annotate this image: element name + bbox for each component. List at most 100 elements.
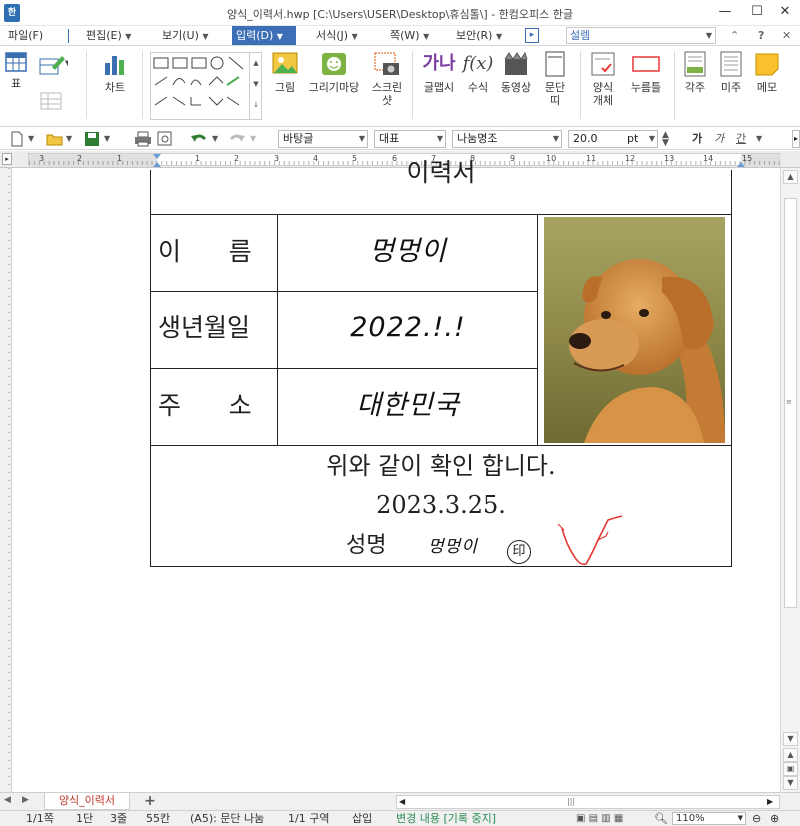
zoom-select[interactable]: 110% ▼ (672, 812, 746, 825)
scroll-right-button[interactable]: ▶ (767, 796, 773, 808)
cell-grid-icon[interactable] (40, 91, 64, 111)
more-menu-button[interactable]: ▸ (525, 28, 539, 43)
font-size-select[interactable]: 20.0 pt ▼ (568, 130, 658, 148)
memo-button[interactable]: 메모 (752, 51, 782, 94)
formula-icon: f(x) (462, 53, 494, 74)
tab-next-icon[interactable]: ▶ (22, 795, 29, 805)
drawing-market-button[interactable]: 그리기마당 (304, 51, 364, 94)
search-input[interactable]: 설렘 ▼ (566, 27, 716, 44)
underline-button[interactable]: 간 (736, 131, 746, 147)
glyph-art-icon: 가나 (422, 53, 456, 74)
zoom-in-icon[interactable]: ⊕ (770, 812, 779, 826)
scroll-up-button[interactable]: ▲ (783, 170, 798, 184)
scroll-track[interactable]: ≡ (783, 198, 798, 762)
undo-icon[interactable] (190, 131, 208, 147)
chevron-down-icon[interactable]: ▼ (250, 131, 256, 147)
menu-input[interactable]: 입력(D) ▼ (232, 26, 296, 45)
picture-button[interactable]: 그림 (270, 51, 300, 94)
chevron-down-icon[interactable]: ▼ (28, 131, 34, 147)
help-button[interactable]: ? (754, 26, 768, 45)
camera-icon (374, 52, 399, 75)
menu-edit[interactable]: 편집(E) ▼ (82, 26, 135, 45)
save-icon[interactable] (84, 131, 100, 147)
bold-button[interactable]: 가 (692, 131, 702, 147)
table-label: 표 (10, 77, 22, 90)
add-tab-button[interactable]: + (136, 793, 164, 810)
video-label: 동영상 (500, 81, 532, 94)
status-track-changes[interactable]: 변경 내용 [기록 중지] (396, 812, 496, 826)
chevron-down-icon: ▼ (202, 32, 209, 41)
glyph-art-label: 글맵시 (423, 81, 455, 94)
chevron-down-icon[interactable]: ▼ (706, 28, 712, 43)
resume-table[interactable]: 이력서 이 름 멍멍이 생년월일 2022.!.! 주 소 대한민국 위와 같이… (150, 158, 732, 567)
next-page-button[interactable]: ▼ (783, 776, 798, 790)
view-mode-icons[interactable]: ▣ ▤ ▥ ▦ (576, 812, 623, 826)
print-preview-icon[interactable] (156, 131, 174, 147)
dog-photo[interactable] (544, 217, 725, 443)
new-document-icon[interactable] (10, 131, 24, 147)
menu-view[interactable]: 보기(U) ▼ (158, 26, 213, 45)
font-select[interactable]: 나눔명조 ▼ (452, 130, 562, 148)
chevron-down-icon[interactable]: ▼ (66, 131, 72, 147)
ribbon-collapse-button[interactable]: ⌃ (726, 26, 743, 45)
endnote-label: 미주 (720, 81, 742, 94)
vertical-ruler[interactable] (0, 168, 12, 792)
previous-page-button[interactable]: ▲ (783, 748, 798, 762)
signature-label: 성명 (346, 533, 387, 558)
style-select[interactable]: 바탕글 ▼ (278, 130, 368, 148)
date-text: 2023.3.25. (376, 491, 506, 519)
open-folder-icon[interactable] (46, 131, 64, 147)
font-size-spinner[interactable]: ▲ ▼ (662, 131, 669, 148)
endnote-button[interactable]: 미주 (716, 51, 746, 94)
scroll-down-button[interactable]: ▼ (783, 732, 798, 746)
toolbar-overflow[interactable]: ▸ (792, 130, 800, 148)
formula-button[interactable]: f(x) 수식 (462, 51, 494, 94)
language-select[interactable]: 대표 ▼ (374, 130, 446, 148)
minimize-button[interactable]: — (710, 2, 740, 24)
name-value[interactable]: 멍멍이 (278, 234, 538, 270)
ruler-tab-selector[interactable]: ▸ (2, 153, 12, 165)
footnote-button[interactable]: 각주 (680, 51, 710, 94)
italic-button[interactable]: 가 (714, 131, 724, 147)
status-insert-mode[interactable]: 삽입 (352, 812, 372, 826)
paragraph-band-button[interactable]: 문단 띠 (540, 51, 570, 107)
status-bar: 1/1쪽 1단 3줄 55칸 (A5): 문단 나눔 1/1 구역 삽입 변경 … (0, 810, 800, 826)
print-icon[interactable] (134, 131, 152, 147)
maximize-button[interactable]: ☐ (742, 2, 772, 24)
chevron-down-icon: ▼ (552, 134, 559, 143)
edit-table-icon[interactable]: ▼ (38, 53, 68, 77)
status-page[interactable]: 1/1쪽 (26, 812, 54, 826)
zoom-out-icon[interactable]: ⊖ (752, 812, 761, 826)
video-button[interactable]: 동영상 (498, 51, 534, 94)
glyph-art-button[interactable]: 가나 글맵시 (420, 51, 458, 94)
document-tab[interactable]: 양식_이력서 (44, 793, 130, 810)
tab-prev-icon[interactable]: ◀ (4, 795, 11, 805)
birthdate-value[interactable]: 2022.!.! (278, 310, 538, 346)
menu-file[interactable]: 파일(F) (4, 26, 47, 45)
press-frame-button[interactable]: 누름틀 (626, 51, 666, 94)
menu-format[interactable]: 서식(J) ▼ (312, 26, 362, 45)
redo-icon[interactable] (228, 131, 246, 147)
chevron-down-icon[interactable]: ▼ (756, 131, 762, 147)
page-view-button[interactable]: ▣ (783, 762, 798, 776)
vertical-scrollbar[interactable]: ▲ ≡ ▼ ▲ ▣ ▼ (780, 168, 800, 792)
zoom-icon[interactable]: 🔍︎ (654, 812, 668, 826)
chevron-down-icon[interactable]: ▼ (212, 131, 218, 147)
chart-button[interactable]: 차트 (100, 51, 130, 94)
gallery-scroll[interactable]: ▲ ▼ ↓ (249, 53, 262, 119)
scroll-left-button[interactable]: ◀ (399, 796, 405, 808)
chevron-down-icon: ▼ (423, 32, 430, 41)
shapes-gallery-icons (153, 56, 244, 106)
address-value[interactable]: 대한민국 (278, 388, 538, 424)
close-doc-button[interactable]: ✕ (778, 26, 795, 45)
shapes-gallery[interactable]: ▲ ▼ ↓ (150, 52, 262, 120)
table-button[interactable]: 표 (4, 51, 28, 90)
horizontal-scrollbar[interactable]: ◀ ||| ▶ (396, 795, 780, 809)
form-object-button[interactable]: 양식 개체 (586, 51, 620, 107)
close-button[interactable]: ✕ (770, 2, 800, 24)
screenshot-button[interactable]: 스크린 샷 (368, 51, 406, 107)
chevron-down-icon[interactable]: ▼ (104, 131, 110, 147)
menu-security[interactable]: 보안(R) ▼ (452, 26, 506, 45)
menu-page[interactable]: 쪽(W) ▼ (386, 26, 433, 45)
ribbon-separator (674, 51, 675, 119)
